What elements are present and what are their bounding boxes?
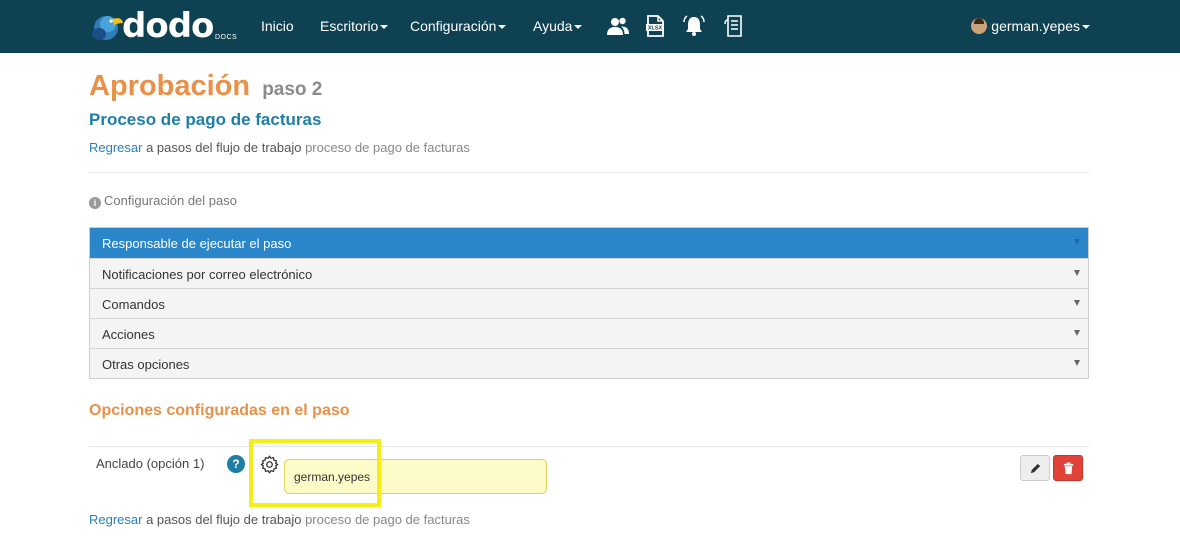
nav-configuracion-label: Configuración: [410, 18, 497, 34]
section-otras-opciones[interactable]: Otras opciones: [90, 348, 1088, 378]
info-icon: i: [89, 197, 101, 209]
nav-ayuda[interactable]: Ayuda: [533, 18, 583, 34]
section-responsable[interactable]: Responsable de ejecutar el paso: [90, 228, 1088, 258]
highlight-box: [249, 439, 381, 507]
breadcrumb-footer: Regresar a pasos del flujo de trabajo pr…: [89, 512, 470, 527]
user-menu[interactable]: german.yepes: [971, 18, 1090, 34]
step-indicator: paso 2: [262, 79, 323, 100]
caret-down-icon: [574, 25, 583, 30]
chevron-down-icon: [1074, 360, 1080, 366]
configured-options-title: Opciones configuradas en el paso: [89, 402, 350, 419]
nav-ayuda-label: Ayuda: [533, 18, 573, 34]
config-accordion: Responsable de ejecutar el paso Notifica…: [89, 227, 1089, 379]
section-comandos[interactable]: Comandos: [90, 288, 1088, 318]
dodo-bird-logo-icon: [92, 16, 123, 40]
option-label: Anclado (opción 1): [96, 456, 205, 471]
breadcrumb-text: a pasos del flujo de trabajo: [142, 140, 306, 155]
brand-wordmark: dodo: [122, 6, 214, 46]
divider: [89, 446, 1089, 447]
page-title: Aprobación paso 2: [89, 70, 322, 103]
section-notificaciones[interactable]: Notificaciones por correo electrónico: [90, 258, 1088, 288]
section-label: Otras opciones: [102, 357, 190, 372]
help-icon[interactable]: ?: [227, 455, 245, 473]
avatar: [971, 18, 988, 34]
breadcrumb-process: proceso de pago de facturas: [305, 512, 470, 527]
process-title: Proceso de pago de facturas: [89, 110, 322, 129]
chevron-down-icon: [1074, 300, 1080, 306]
section-acciones[interactable]: Acciones: [90, 318, 1088, 348]
divider: [89, 172, 1089, 173]
user-name: german.yepes: [991, 18, 1080, 34]
document-list-icon[interactable]: [722, 14, 746, 38]
chevron-down-icon: [1074, 270, 1080, 276]
nav-inicio[interactable]: Inicio: [261, 18, 294, 34]
page-title-text: Aprobación: [89, 70, 251, 102]
chevron-down-icon: [1074, 239, 1080, 245]
caret-down-icon: [498, 25, 507, 30]
nav-escritorio-label: Escritorio: [320, 18, 379, 34]
step-config-label: i Configuración del paso: [89, 193, 237, 209]
xlsx-file-icon[interactable]: XLSX: [643, 14, 667, 38]
svg-text:XLSX: XLSX: [648, 26, 663, 32]
chevron-down-icon: [1074, 330, 1080, 336]
brand-sub: DOCS: [215, 34, 238, 41]
breadcrumb-text: a pasos del flujo de trabajo: [142, 512, 306, 527]
step-config-text: Configuración del paso: [104, 193, 237, 208]
nav-inicio-label: Inicio: [261, 18, 294, 34]
pencil-icon: [1030, 463, 1041, 474]
section-label: Notificaciones por correo electrónico: [102, 267, 313, 282]
breadcrumb-process: proceso de pago de facturas: [305, 140, 470, 155]
back-link-footer[interactable]: Regresar: [89, 512, 142, 527]
trash-icon: [1063, 462, 1074, 475]
nav-configuracion[interactable]: Configuración: [410, 18, 507, 34]
users-icon[interactable]: [606, 14, 630, 38]
section-label: Responsable de ejecutar el paso: [102, 236, 292, 251]
notification-bell-icon[interactable]: [682, 14, 706, 38]
edit-button[interactable]: [1020, 455, 1050, 481]
delete-button[interactable]: [1053, 455, 1083, 481]
section-label: Comandos: [102, 297, 165, 312]
top-navbar: dodo DOCS Inicio Escritorio Configuració…: [0, 0, 1180, 53]
nav-escritorio[interactable]: Escritorio: [320, 18, 389, 34]
section-label: Acciones: [102, 327, 155, 342]
dodo-logo[interactable]: dodo DOCS: [90, 6, 240, 46]
breadcrumb: Regresar a pasos del flujo de trabajo pr…: [89, 140, 470, 155]
caret-down-icon: [380, 25, 389, 30]
back-link[interactable]: Regresar: [89, 140, 142, 155]
caret-down-icon: [1082, 25, 1090, 30]
